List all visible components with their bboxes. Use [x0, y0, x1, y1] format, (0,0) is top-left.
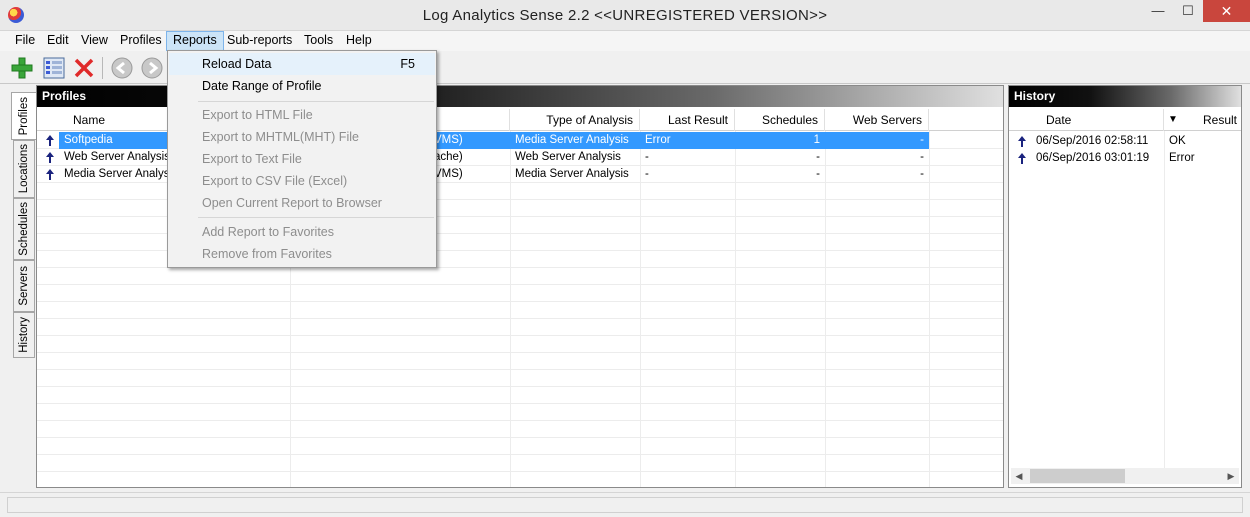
empty-row [37, 336, 1003, 353]
empty-row [37, 319, 1003, 336]
cell-schedules: - [816, 151, 820, 163]
col-last-result[interactable]: Last Result [640, 109, 735, 131]
empty-row [37, 353, 1003, 370]
menu-remove-favorites[interactable]: Remove from Favorites [169, 243, 435, 265]
history-row[interactable]: 06/Sep/2016 02:58:11 OK [1009, 133, 1241, 150]
menu-date-range[interactable]: Date Range of Profile [169, 75, 435, 97]
menu-help[interactable]: Help [340, 31, 378, 51]
cell-date: 06/Sep/2016 03:01:19 [1036, 152, 1150, 164]
history-grid-header: Date ▼ Result [1009, 109, 1241, 131]
menu-export-mhtml[interactable]: Export to MHTML(MHT) File [169, 126, 435, 148]
row-arrow-icon [1018, 153, 1026, 164]
cell-last-result: - [645, 168, 649, 180]
history-row[interactable]: 06/Sep/2016 03:01:19 Error [1009, 150, 1241, 167]
forward-icon [141, 57, 163, 79]
row-arrow-icon [46, 169, 54, 180]
tab-servers[interactable]: Servers [13, 260, 35, 312]
empty-row [37, 438, 1003, 455]
history-panel: History Date ▼ Result 06/Sep/2016 02:58:… [1008, 85, 1242, 488]
forward-button[interactable] [139, 55, 165, 81]
empty-row [37, 302, 1003, 319]
history-header: History [1009, 86, 1241, 107]
window-title: Log Analytics Sense 2.2 <<UNREGISTERED V… [422, 7, 828, 24]
menu-export-html[interactable]: Export to HTML File [169, 104, 435, 126]
sort-desc-icon[interactable]: ▼ [1164, 109, 1188, 131]
col-web-servers[interactable]: Web Servers [825, 109, 929, 131]
cell-type: Media Server Analysis [515, 168, 629, 180]
menu-reload-data[interactable]: Reload Data F5 [169, 53, 435, 75]
cell-type: Web Server Analysis [515, 151, 621, 163]
cell-last-result: - [645, 151, 649, 163]
add-icon [11, 57, 33, 79]
history-hscrollbar[interactable]: ◀ ▶ [1011, 468, 1239, 484]
menu-add-favorites[interactable]: Add Report to Favorites [169, 221, 435, 243]
title-bar: Log Analytics Sense 2.2 <<UNREGISTERED V… [0, 0, 1250, 31]
cell-result: Error [1169, 152, 1195, 164]
col-schedules[interactable]: Schedules [735, 109, 825, 131]
tab-history[interactable]: History [13, 312, 35, 358]
minimize-button[interactable]: — [1143, 0, 1173, 22]
cell-web-servers: - [825, 132, 929, 149]
grid-line [1164, 131, 1165, 469]
empty-row [37, 455, 1003, 472]
delete-profile-button[interactable] [71, 55, 97, 81]
col-date[interactable]: Date [1009, 109, 1164, 131]
cell-web-servers: - [920, 151, 924, 163]
delete-icon [74, 58, 94, 78]
cell-last-result: Error [640, 132, 735, 149]
close-button[interactable]: ✕ [1203, 0, 1250, 22]
menu-profiles[interactable]: Profiles [114, 31, 168, 51]
empty-row [37, 370, 1003, 387]
cell-web-servers: - [920, 168, 924, 180]
add-profile-button[interactable] [9, 55, 35, 81]
menu-reports[interactable]: Reports [166, 31, 224, 51]
menu-file[interactable]: File [9, 31, 41, 51]
row-arrow-icon [1018, 136, 1026, 147]
empty-row [37, 387, 1003, 404]
empty-row [37, 268, 1003, 285]
cell-schedules: 1 [735, 132, 825, 149]
col-result[interactable]: Result [1188, 109, 1243, 131]
shortcut-label: F5 [400, 57, 415, 71]
cell-schedules: - [816, 168, 820, 180]
menu-edit[interactable]: Edit [41, 31, 75, 51]
col-type-of-analysis[interactable]: Type of Analysis [510, 109, 640, 131]
cell-result: OK [1169, 135, 1186, 147]
scroll-right-icon[interactable]: ▶ [1223, 468, 1239, 484]
cell-date: 06/Sep/2016 02:58:11 [1036, 135, 1149, 147]
empty-row [37, 285, 1003, 302]
status-bar [0, 492, 1250, 517]
back-button[interactable] [109, 55, 135, 81]
row-arrow-icon [46, 135, 54, 146]
menu-view[interactable]: View [75, 31, 114, 51]
menu-separator [198, 101, 434, 102]
scroll-thumb[interactable] [1030, 469, 1125, 483]
back-icon [111, 57, 133, 79]
tab-locations[interactable]: Locations [13, 140, 35, 198]
toolbar-separator [102, 57, 103, 79]
tab-schedules[interactable]: Schedules [13, 198, 35, 260]
empty-row [37, 404, 1003, 421]
side-tabs: Profiles Locations Schedules Servers His… [9, 90, 36, 490]
edit-profile-button[interactable] [41, 55, 67, 81]
empty-row [37, 421, 1003, 438]
maximize-button[interactable]: ☐ [1173, 0, 1203, 22]
tab-profiles[interactable]: Profiles [11, 92, 36, 140]
scroll-left-icon[interactable]: ◀ [1011, 468, 1027, 484]
list-icon [43, 57, 65, 79]
reports-menu: Reload Data F5 Date Range of Profile Exp… [167, 50, 437, 268]
menu-sub-reports[interactable]: Sub-reports [221, 31, 298, 51]
menu-bar: File Edit View Profiles Reports Sub-repo… [0, 31, 1250, 51]
menu-export-csv[interactable]: Export to CSV File (Excel) [169, 170, 435, 192]
cell-type: Media Server Analysis [510, 132, 640, 149]
menu-open-browser[interactable]: Open Current Report to Browser [169, 192, 435, 214]
menu-separator [198, 217, 434, 218]
row-arrow-icon [46, 152, 54, 163]
menu-tools[interactable]: Tools [298, 31, 339, 51]
menu-export-text[interactable]: Export to Text File [169, 148, 435, 170]
status-panel [7, 497, 1243, 513]
